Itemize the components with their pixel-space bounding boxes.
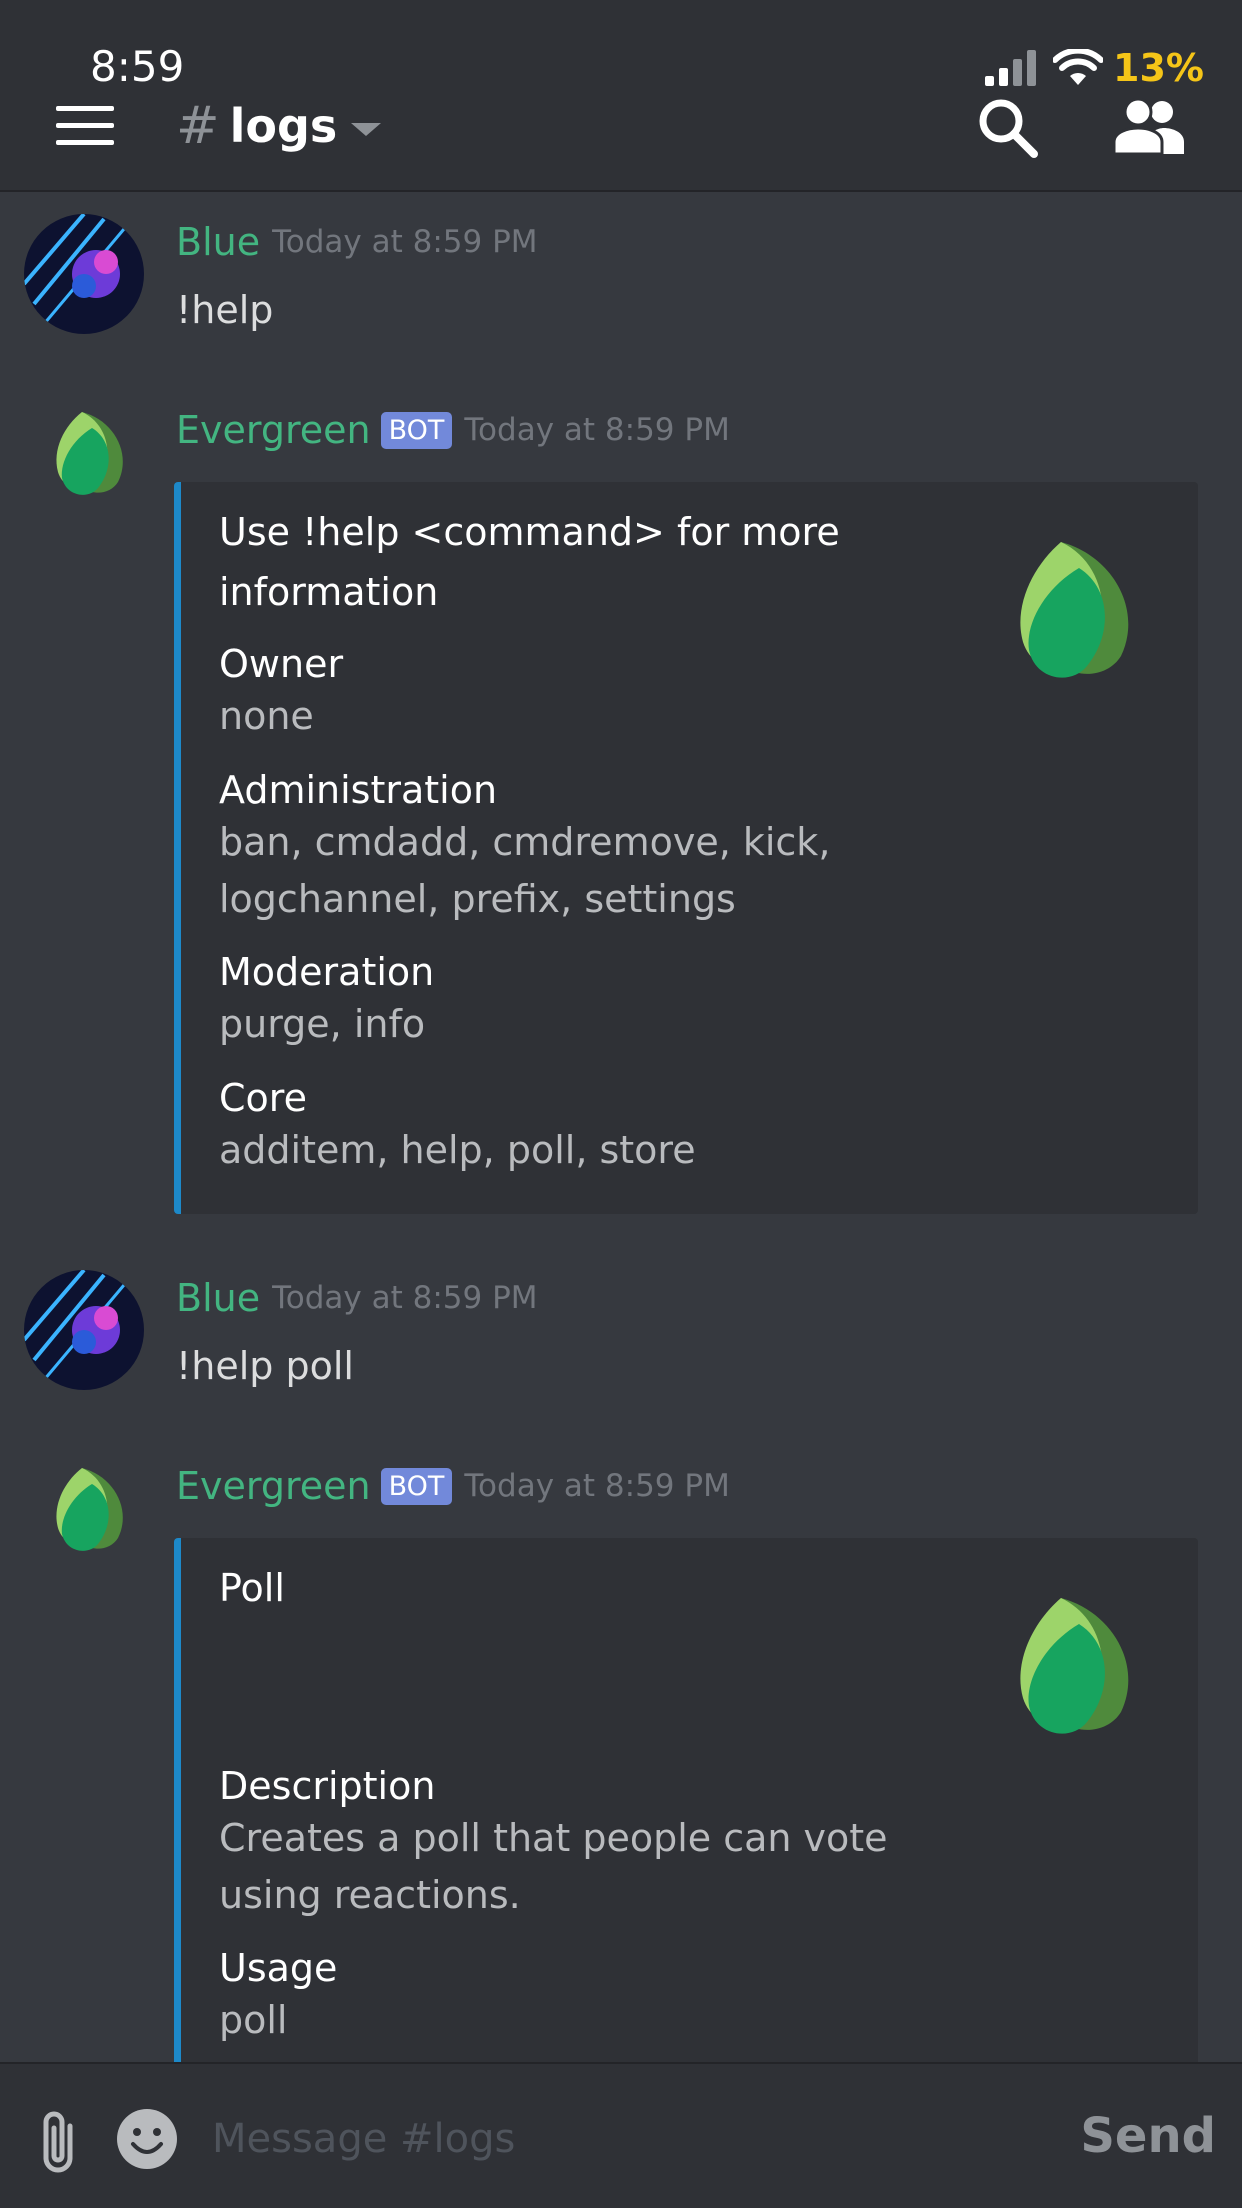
user-avatar-image bbox=[24, 1270, 144, 1390]
timestamp: Today at 8:59 PM bbox=[272, 224, 538, 260]
members-button[interactable] bbox=[1112, 97, 1184, 156]
top-bar: 8:59 13% # logs bbox=[0, 0, 1242, 192]
leaf-icon bbox=[56, 1468, 123, 1551]
members-icon bbox=[1112, 97, 1184, 156]
timestamp: Today at 8:59 PM bbox=[464, 1468, 730, 1504]
bot-badge: BOT bbox=[380, 411, 453, 449]
channel-header[interactable]: # logs bbox=[176, 96, 382, 156]
avatar[interactable] bbox=[24, 214, 144, 334]
channel-name: logs bbox=[229, 99, 338, 153]
embed-field-value: ban, cmdadd, cmdremove, kick, bbox=[219, 820, 831, 864]
embed-title: information bbox=[219, 570, 439, 614]
bot-badge: BOT bbox=[380, 1467, 453, 1505]
embed-field-value: Creates a poll that people can vote bbox=[219, 1816, 888, 1860]
embed-field-name: Description bbox=[219, 1764, 436, 1808]
message-text: !help bbox=[176, 288, 274, 332]
timestamp: Today at 8:59 PM bbox=[272, 1280, 538, 1316]
signal-icon bbox=[985, 50, 1037, 86]
search-button[interactable] bbox=[976, 96, 1040, 160]
menu-button[interactable] bbox=[56, 104, 114, 148]
embed-title: Use !help <command> for more bbox=[219, 510, 840, 554]
status-indicators: 13% bbox=[985, 46, 1204, 90]
embed-title: Poll bbox=[219, 1566, 285, 1610]
embed-field-value: logchannel, prefix, settings bbox=[219, 877, 736, 921]
embed-field-name: Owner bbox=[219, 642, 344, 686]
attach-button[interactable] bbox=[36, 2108, 80, 2174]
leaf-icon bbox=[56, 412, 123, 495]
search-icon bbox=[979, 99, 1038, 158]
embed-field-value: purge, info bbox=[219, 1002, 426, 1046]
paperclip-icon bbox=[43, 2111, 73, 2173]
leaf-thumbnail bbox=[1020, 1598, 1129, 1734]
send-button[interactable]: Send bbox=[1080, 2108, 1216, 2164]
smiley-icon bbox=[117, 2109, 177, 2169]
message-input[interactable] bbox=[212, 2094, 1012, 2184]
battery-level: 13% bbox=[1113, 46, 1204, 90]
avatar[interactable] bbox=[52, 1466, 132, 1558]
avatar[interactable] bbox=[24, 1270, 144, 1390]
username[interactable]: Evergreen bbox=[176, 1464, 371, 1508]
embed-field-name: Core bbox=[219, 1076, 307, 1120]
emoji-button[interactable] bbox=[116, 2108, 178, 2170]
embed-field-value: additem, help, poll, store bbox=[219, 1128, 696, 1172]
embed-field-name: Usage bbox=[219, 1946, 338, 1990]
embed: Use !help <command> for more information… bbox=[174, 482, 1198, 1214]
status-time: 8:59 bbox=[90, 42, 185, 91]
embed-field-value: using reactions. bbox=[219, 1873, 521, 1917]
message-text: !help poll bbox=[176, 1344, 354, 1388]
username[interactable]: Evergreen bbox=[176, 408, 371, 452]
message-composer: Send bbox=[0, 2062, 1242, 2208]
timestamp: Today at 8:59 PM bbox=[464, 412, 730, 448]
embed-field-value: poll bbox=[219, 1998, 288, 2042]
embed-field-value: none bbox=[219, 694, 314, 738]
hash-icon: # bbox=[176, 96, 220, 156]
username[interactable]: Blue bbox=[176, 220, 260, 264]
username[interactable]: Blue bbox=[176, 1276, 260, 1320]
embed-field-name: Moderation bbox=[219, 950, 435, 994]
avatar[interactable] bbox=[52, 410, 132, 502]
embed-field-name: Administration bbox=[219, 768, 498, 812]
chevron-down-icon bbox=[351, 122, 382, 136]
user-avatar-image bbox=[24, 214, 144, 334]
wifi-icon bbox=[1053, 49, 1104, 85]
leaf-thumbnail bbox=[1020, 542, 1129, 678]
embed: Poll Description Creates a poll that peo… bbox=[174, 1538, 1198, 2098]
